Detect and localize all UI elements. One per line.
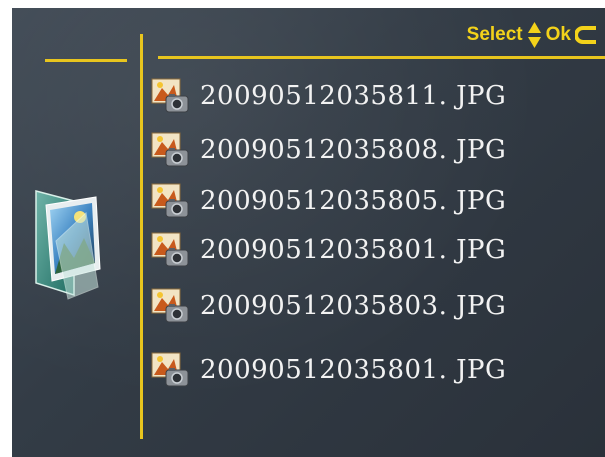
photo-file-icon [150,76,190,116]
file-browser-screen: Select Ok 20090512035811. JPG 2009051203… [12,8,605,457]
control-hint-bar: Select Ok [467,20,597,50]
header-divider-left [45,59,127,62]
select-hint-label: Select [466,24,523,45]
photo-file-icon [150,130,190,170]
vertical-divider [140,34,143,439]
file-row[interactable]: 20090512035808. JPG [150,126,506,174]
return-arrow-icon [574,23,597,47]
photo-file-icon [150,350,190,390]
file-name: 20090512035801. JPG [200,355,507,385]
file-row[interactable]: 20090512035801. JPG [150,346,506,394]
file-row[interactable]: 20090512035805. JPG [150,177,506,225]
file-row[interactable]: 20090512035803. JPG [150,282,506,330]
file-row[interactable]: 20090512035801. JPG [150,226,506,274]
file-name: 20090512035808. JPG [200,135,507,165]
photo-file-icon [150,230,190,270]
file-row[interactable]: 20090512035811. JPG [150,72,506,120]
ok-hint-label: Ok [545,24,571,45]
file-name: 20090512035801. JPG [200,235,507,265]
up-down-arrows-icon [527,21,542,49]
file-name: 20090512035811. JPG [200,81,507,111]
header-divider-right [158,56,605,59]
file-name: 20090512035803. JPG [200,291,507,321]
photo-file-icon [150,181,190,221]
photo-file-icon [150,286,190,326]
file-name: 20090512035805. JPG [200,186,507,216]
photo-folder-icon [34,183,114,303]
